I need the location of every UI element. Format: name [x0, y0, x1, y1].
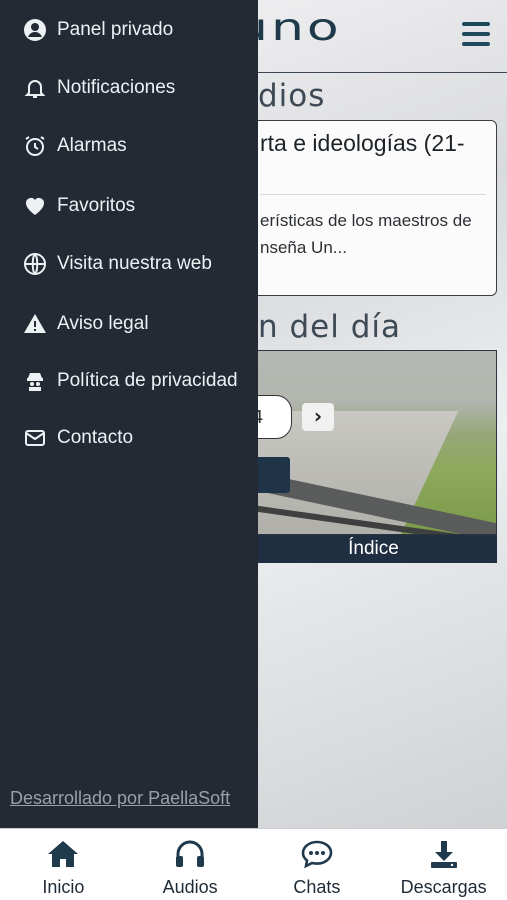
menu-item-label: Notificaciones: [57, 77, 176, 98]
menu-item-label: Visita nuestra web: [57, 253, 212, 274]
nav-item-inicio[interactable]: Inicio: [0, 829, 127, 900]
menu-item-label: Favoritos: [57, 195, 136, 216]
nav-label: Chats: [293, 877, 341, 897]
menu-item-label: Alarmas: [57, 135, 127, 156]
next-page-button[interactable]: ›: [302, 403, 334, 431]
menu-item-politica-privacidad[interactable]: Política de privacidad: [22, 365, 254, 397]
audio-card-title: rta e ideologías (21-: [260, 130, 465, 156]
menu-item-aviso-legal[interactable]: Aviso legal: [22, 308, 254, 340]
side-drawer: Panel privado Notificaciones Alarmas Fav…: [0, 0, 258, 828]
menu-item-alarmas[interactable]: Alarmas: [22, 130, 254, 162]
menu-item-favoritos[interactable]: Favoritos: [22, 190, 254, 222]
developer-link[interactable]: Desarrollado por PaellaSoft: [10, 788, 230, 809]
user-circle-icon: [22, 17, 48, 43]
privacy-icon: [22, 368, 48, 394]
menu-item-notificaciones[interactable]: Notificaciones: [22, 72, 254, 104]
nav-label: Audios: [162, 877, 218, 897]
card-divider: [260, 194, 486, 195]
globe-icon: [22, 251, 48, 277]
bell-icon: [22, 75, 48, 101]
download-icon: [427, 839, 461, 873]
section-title-audios: dios: [258, 78, 326, 114]
menu-item-label: Aviso legal: [57, 313, 149, 334]
nav-item-chats[interactable]: Chats: [254, 829, 381, 900]
hamburger-menu-icon[interactable]: [462, 22, 490, 46]
nav-item-audios[interactable]: Audios: [127, 829, 254, 900]
envelope-icon: [22, 425, 48, 451]
nav-item-descargas[interactable]: Descargas: [380, 829, 507, 900]
nav-label: Descargas: [400, 877, 487, 897]
menu-item-visita-web[interactable]: Visita nuestra web: [22, 248, 254, 280]
menu-item-label: Política de privacidad: [57, 370, 238, 391]
menu-item-label: Panel privado: [57, 19, 174, 40]
home-icon: [46, 839, 80, 873]
audio-card-description: erísticas de los maestros de nseña Un...: [260, 211, 472, 257]
headphones-icon: [173, 839, 207, 873]
menu-item-contacto[interactable]: Contacto: [22, 422, 254, 454]
section-title-daily: n del día: [258, 309, 402, 345]
bottom-navigation: Inicio Audios Chats Descargas: [0, 828, 507, 900]
nav-label: Inicio: [42, 877, 85, 897]
alarm-clock-icon: [22, 133, 48, 159]
menu-item-label: Contacto: [57, 427, 134, 448]
heart-icon: [22, 193, 48, 219]
warning-icon: [22, 311, 48, 337]
chat-icon: [300, 839, 334, 873]
menu-item-panel-privado[interactable]: Panel privado: [22, 14, 254, 46]
